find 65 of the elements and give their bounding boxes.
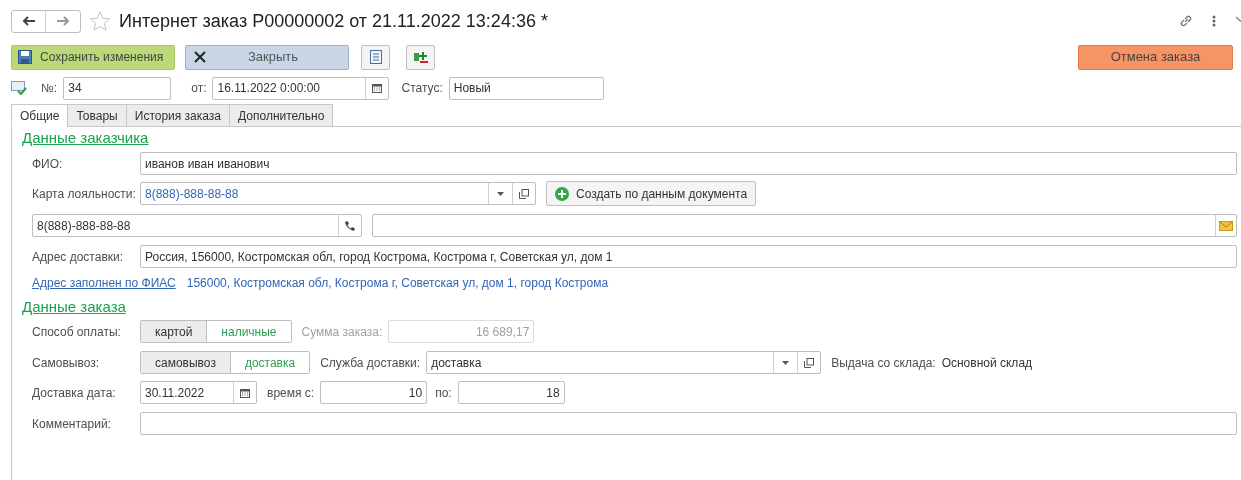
field-label: Комментарий:: [32, 415, 112, 433]
dropdown-caret-icon[interactable]: [782, 360, 790, 365]
warehouse-value: Основной склад: [941, 354, 1033, 372]
section-heading: Данные заказчика: [22, 129, 149, 147]
input-field[interactable]: 30.11.2022: [140, 381, 257, 404]
document-icon: [369, 50, 382, 64]
tab[interactable]: Товары: [67, 104, 127, 127]
field-label: Выдача со склада:: [831, 354, 936, 372]
field-label: Сумма заказа:: [301, 323, 383, 341]
create-from-document-button[interactable]: Создать по данным документа: [546, 181, 757, 206]
add-rows-icon: [412, 50, 429, 64]
close-button[interactable]: Закрыть: [185, 44, 349, 70]
comment-field[interactable]: [140, 412, 1237, 435]
input-field[interactable]: Россия, 156000, Костромская обл, город Кострома, Кострома г, Советская ул, дом 1: [140, 245, 1237, 268]
posted-document-icon: [11, 81, 27, 95]
report-button[interactable]: [361, 44, 390, 70]
cancel-order-button[interactable]: Отмена заказа: [1078, 44, 1233, 70]
toggle-option[interactable]: доставка: [229, 352, 310, 373]
fias-link[interactable]: Адрес заполнен по ФИАС: [32, 274, 176, 292]
input-field[interactable]: Новый: [448, 76, 604, 100]
phone-icon[interactable]: [344, 219, 356, 232]
right-arrow-icon: [57, 16, 69, 26]
input-field[interactable]: доставка: [426, 351, 822, 374]
field-label: от:: [191, 80, 207, 97]
input-field[interactable]: 34: [63, 76, 172, 100]
field-label: время с:: [267, 384, 315, 402]
window-title: Интернет заказ P00000002 от 21.11.2022 13:24:36 *: [119, 9, 548, 33]
input-field[interactable]: иванов иван иванович: [140, 152, 1237, 175]
input-field[interactable]: 8(888)-888-88-88: [32, 214, 362, 237]
add-button[interactable]: [406, 44, 435, 70]
input-field[interactable]: 18: [457, 381, 565, 404]
input-field[interactable]: 16.11.2022 0:00:00: [212, 76, 390, 100]
field-label: ФИО:: [32, 155, 64, 173]
toggle-option[interactable]: наличные: [206, 321, 291, 342]
input-field[interactable]: 10: [320, 381, 428, 404]
save-button[interactable]: Сохранить изменения: [11, 44, 175, 70]
tab[interactable]: Общие: [11, 104, 69, 127]
input-field[interactable]: 8(888)-888-88-88: [140, 182, 536, 205]
more-icon[interactable]: [1212, 15, 1216, 27]
tab[interactable]: Дополнительно: [229, 104, 334, 127]
section-heading: Данные заказа: [22, 298, 126, 316]
envelope-icon[interactable]: [1219, 220, 1233, 231]
calendar-icon[interactable]: [372, 83, 383, 93]
field-label: Способ оплаты:: [32, 323, 122, 341]
field-label: Служба доставки:: [320, 354, 421, 372]
fias-address: 156000, Костромская обл, Кострома г, Советская ул, дом 1, город Кострома: [186, 275, 609, 292]
field-label: Доставка дата:: [32, 384, 117, 402]
field-label: Карта лояльности:: [32, 185, 134, 203]
open-window-icon[interactable]: [519, 188, 529, 199]
tab[interactable]: История заказа: [125, 104, 231, 127]
toggle-option[interactable]: картой: [141, 321, 207, 342]
toggle-option[interactable]: самовывоз: [141, 352, 230, 373]
plus-circle-icon: [555, 186, 569, 201]
link-icon[interactable]: [1178, 13, 1194, 29]
open-window-icon[interactable]: [804, 357, 815, 368]
dropdown-caret-icon[interactable]: [497, 191, 504, 196]
email-field[interactable]: [372, 214, 1237, 237]
field-label: №:: [41, 80, 58, 97]
calendar-icon[interactable]: [240, 387, 250, 398]
star-icon[interactable]: [89, 10, 111, 32]
field-label: Адрес доставки:: [32, 248, 125, 266]
field-label: Статус:: [401, 80, 443, 97]
field-label: по:: [435, 384, 452, 402]
field-label: Самовывоз:: [32, 354, 100, 372]
left-arrow-icon: [22, 16, 35, 26]
